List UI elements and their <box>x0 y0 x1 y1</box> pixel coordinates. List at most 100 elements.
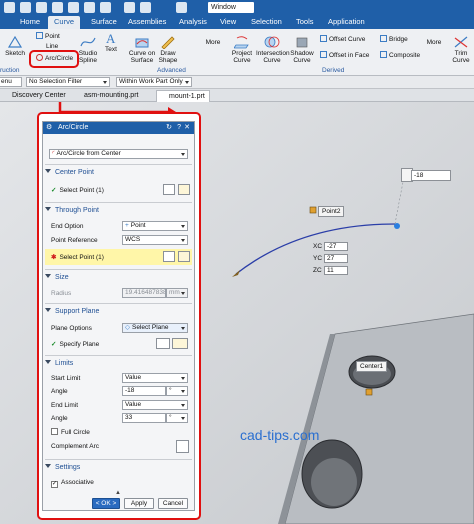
apply-button[interactable]: Apply <box>124 498 154 509</box>
text-button[interactable]: A Text <box>102 31 120 53</box>
cut-icon[interactable] <box>68 2 79 13</box>
document-tabs: Discovery Center asm-mounting.prt mount-… <box>0 89 474 102</box>
studio-spline-button[interactable]: Studio Spline <box>76 35 100 64</box>
radius-unit: mm <box>166 288 188 298</box>
tab-selection[interactable]: Selection <box>245 16 288 29</box>
offset-curve-button[interactable]: Offset Curve <box>320 35 365 44</box>
gear-icon[interactable]: ⚙ <box>46 122 52 134</box>
start-limit-dropdown[interactable]: Value <box>122 373 188 383</box>
end-angle-unit[interactable]: ° <box>166 413 188 423</box>
composite-button[interactable]: Composite <box>380 51 420 60</box>
type-dropdown[interactable]: ◜ Arc/Circle from Center <box>49 149 188 159</box>
size-section[interactable]: Size <box>45 274 192 281</box>
switch-window-icon[interactable] <box>176 2 187 13</box>
chevron-up-icon[interactable]: ▲ <box>115 490 123 496</box>
point2-handle[interactable] <box>309 206 317 214</box>
bridge-icon <box>380 35 387 42</box>
start-angle-unit[interactable]: ° <box>166 386 188 396</box>
plane-options-label: Plane Options <box>51 325 92 332</box>
undo-icon[interactable] <box>36 2 47 13</box>
zc-input[interactable]: 11 <box>324 266 348 275</box>
text-icon: A <box>106 31 116 45</box>
plane-dialog-icon[interactable] <box>156 338 170 349</box>
window-menu[interactable]: Window <box>208 2 254 13</box>
point-dialog-icon[interactable] <box>163 184 175 195</box>
limits-section[interactable]: Limits <box>45 360 192 367</box>
end-limit-dropdown[interactable]: Value <box>122 400 188 410</box>
svg-text:A: A <box>106 31 116 45</box>
save-icon[interactable] <box>20 2 31 13</box>
yc-input[interactable]: 27 <box>324 254 348 263</box>
trim-curve-button[interactable]: Trim Curve <box>450 35 472 64</box>
radius-label: Radius <box>51 290 72 297</box>
tab-assemblies[interactable]: Assemblies <box>122 16 172 29</box>
tab-analysis[interactable]: Analysis <box>173 16 213 29</box>
reset-icon[interactable]: ↻ <box>166 122 172 134</box>
associative-checkbox[interactable]: ✓ Associative <box>51 479 94 488</box>
inferred-point-icon[interactable] <box>178 184 190 195</box>
draw-shape-button[interactable]: Draw Shape <box>157 35 179 64</box>
tab-tools[interactable]: Tools <box>290 16 320 29</box>
end-angle-label: Angle <box>51 415 68 422</box>
curve-on-surface-button[interactable]: Curve on Surface <box>128 35 156 64</box>
start-angle-input[interactable]: -18 <box>122 386 166 396</box>
tab-mount-1[interactable]: mount-1.prt <box>156 90 210 102</box>
touch-mode-icon[interactable] <box>140 2 151 13</box>
tab-application[interactable]: Application <box>322 16 371 29</box>
tab-discovery-center[interactable]: Discovery Center <box>0 90 70 102</box>
end-option-label: End Option <box>51 223 84 230</box>
close-icon[interactable]: ✕ <box>184 122 190 134</box>
end-angle-input[interactable]: 33 <box>122 413 166 423</box>
point-reference-dropdown[interactable]: WCS <box>122 235 188 245</box>
more-button[interactable]: More <box>203 39 223 46</box>
through-point-section[interactable]: Through Point <box>45 207 192 214</box>
more-derived-button[interactable]: More <box>425 39 443 46</box>
inferred-point-icon-2[interactable] <box>178 251 190 262</box>
end-option-dropdown[interactable]: + Point <box>122 221 188 231</box>
tab-curve[interactable]: Curve <box>48 16 81 29</box>
spline-icon <box>80 37 96 47</box>
selection-filter-dropdown[interactable]: No Selection Filter <box>26 77 110 87</box>
ok-button[interactable]: < OK > <box>92 498 120 509</box>
intersection-curve-button[interactable]: Intersection Curve <box>256 35 290 64</box>
sketch-button[interactable]: Sketch <box>4 35 26 57</box>
menu-dropdown[interactable]: enu <box>0 77 22 87</box>
repeat-icon[interactable] <box>124 2 135 13</box>
arc-circle-highlight <box>29 50 79 68</box>
complement-arc-label: Complement Arc <box>51 443 100 450</box>
full-circle-checkbox[interactable]: Full Circle <box>51 428 90 436</box>
project-curve-button[interactable]: Project Curve <box>229 35 255 64</box>
redo-icon[interactable] <box>52 2 63 13</box>
help-icon[interactable]: ? <box>177 122 181 134</box>
select-through-point-row[interactable]: ✱ Select Point (1) <box>45 249 192 265</box>
specify-plane[interactable]: ✓ Specify Plane <box>51 340 99 348</box>
point-icon <box>36 32 43 39</box>
support-plane-section[interactable]: Support Plane <box>45 308 192 315</box>
plane-options-dropdown[interactable]: ◇ Select Plane <box>122 323 188 333</box>
offset-in-face-button[interactable]: Offset in Face <box>320 51 369 60</box>
composite-icon <box>380 51 387 58</box>
cancel-button[interactable]: Cancel <box>158 498 188 509</box>
group-derived-label: Derived <box>322 67 345 74</box>
center-handle[interactable] <box>365 388 373 396</box>
bridge-button[interactable]: Bridge <box>380 35 408 44</box>
point-button[interactable]: Point <box>36 32 60 41</box>
shadow-curve-button[interactable]: Shadow Curve <box>289 35 315 64</box>
center-point-section[interactable]: Center Point <box>45 169 192 176</box>
tab-home[interactable]: Home <box>14 16 46 29</box>
tab-view[interactable]: View <box>214 16 242 29</box>
settings-section[interactable]: Settings <box>45 464 192 471</box>
tab-asm-mounting[interactable]: asm-mounting.prt <box>72 90 142 102</box>
xc-input[interactable]: -27 <box>324 242 348 251</box>
app-icon <box>4 2 15 13</box>
tab-surface[interactable]: Surface <box>85 16 123 29</box>
paste-icon[interactable] <box>100 2 111 13</box>
arc-circle-dialog: ⚙ Arc/Circle ↻ ? ✕ ◜ Arc/Circle from Cent… <box>37 112 201 520</box>
complement-arc-icon[interactable] <box>176 440 189 453</box>
point-dialog-icon-2[interactable] <box>163 251 175 262</box>
copy-icon[interactable] <box>84 2 95 13</box>
scope-dropdown[interactable]: Within Work Part Only <box>116 77 192 87</box>
select-center-point[interactable]: ✓ Select Point (1) <box>51 186 104 194</box>
inferred-plane-icon[interactable] <box>172 338 188 349</box>
angle-input[interactable]: -18 <box>411 170 451 181</box>
